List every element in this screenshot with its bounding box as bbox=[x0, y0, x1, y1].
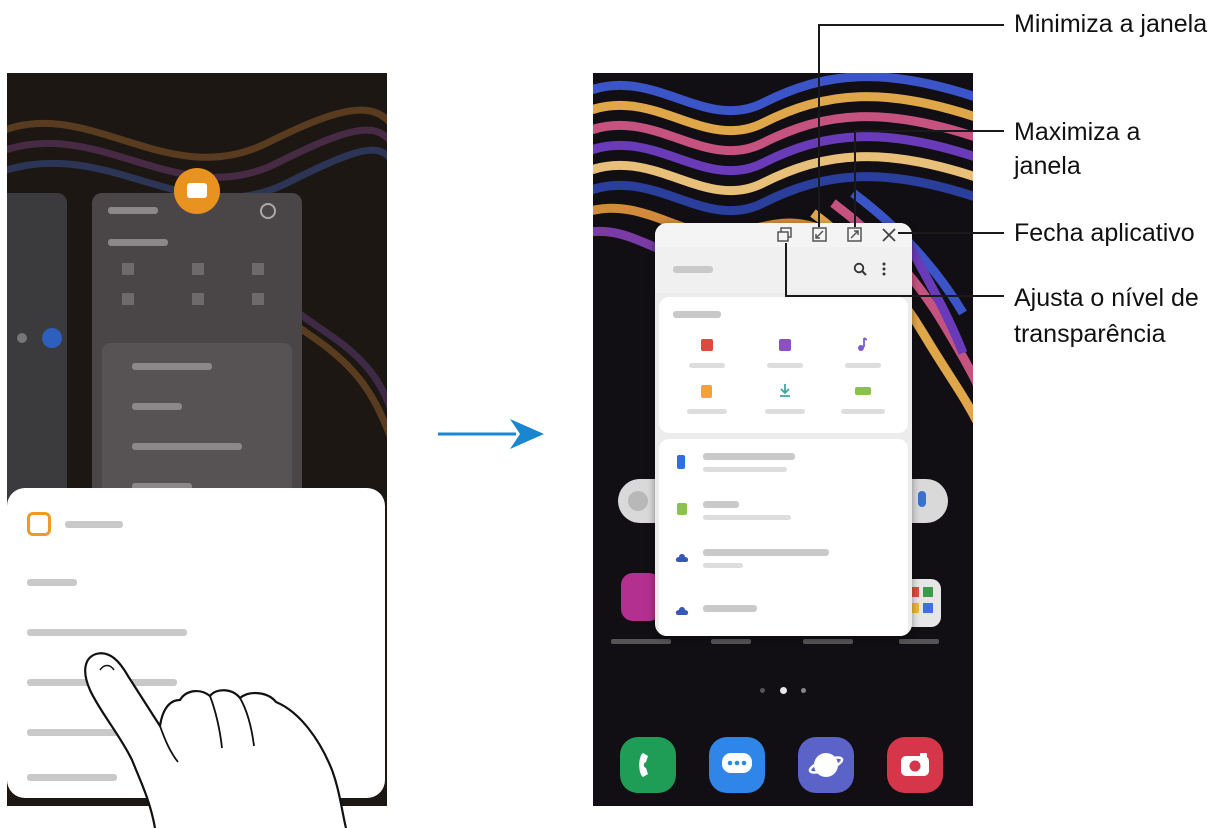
callout-transparency-line2: transparência bbox=[1014, 320, 1166, 348]
callout-minimize: Minimiza a janela bbox=[1014, 10, 1208, 38]
callout-maximize-line2: janela bbox=[1014, 152, 1081, 180]
callout-transparency-line1: Ajusta o nível de bbox=[1014, 284, 1199, 312]
callout-close: Fecha aplicativo bbox=[1014, 219, 1195, 247]
callout-maximize-line1: Maximiza a bbox=[1014, 118, 1141, 146]
